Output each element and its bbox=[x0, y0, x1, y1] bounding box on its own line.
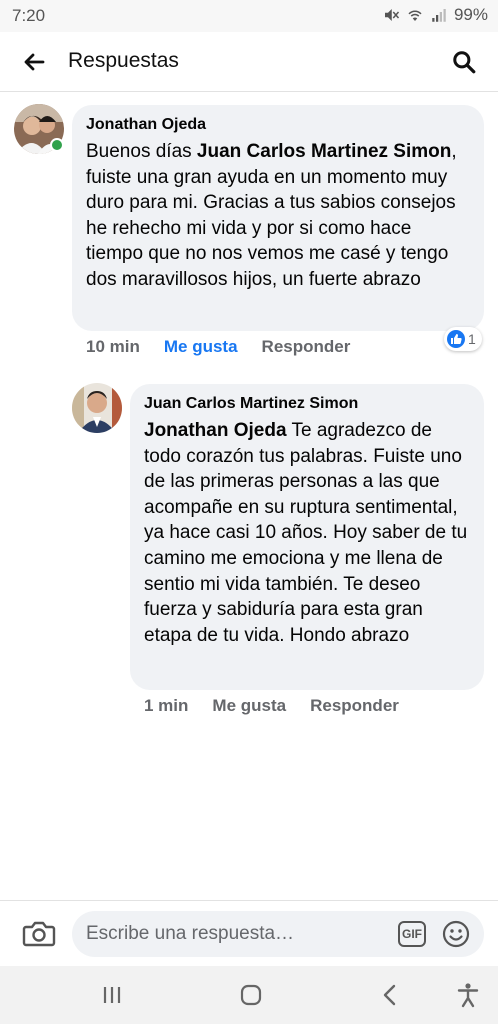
like-reaction-icon bbox=[447, 330, 465, 348]
back-button[interactable] bbox=[20, 48, 48, 76]
comment-text-intro: Buenos días bbox=[86, 141, 197, 162]
status-bar: 7:20 99% bbox=[0, 0, 498, 32]
comment-bubble[interactable]: Juan Carlos Martinez Simon Jonathan Ojed… bbox=[130, 384, 484, 690]
reaction-count-badge[interactable]: 1 bbox=[444, 327, 482, 351]
comment-text: Buenos días Juan Carlos Martinez Simon, … bbox=[86, 139, 470, 293]
comment-text-rest: Te agradezco de todo corazón tus palabra… bbox=[144, 420, 468, 646]
comment-actions: 10 min Me gusta Responder bbox=[86, 337, 374, 357]
reaction-count: 1 bbox=[468, 331, 476, 347]
mention-link[interactable]: Jonathan Ojeda bbox=[144, 420, 287, 441]
reply-button[interactable]: Responder bbox=[310, 696, 399, 716]
comment-author[interactable]: Jonathan Ojeda bbox=[86, 115, 470, 135]
mute-icon bbox=[384, 9, 400, 21]
online-status-indicator bbox=[50, 138, 64, 152]
reply-button[interactable]: Responder bbox=[262, 337, 351, 357]
emoji-button[interactable] bbox=[442, 920, 470, 948]
recent-apps-icon bbox=[103, 987, 121, 1003]
home-icon bbox=[240, 984, 262, 1006]
profile-photo-icon bbox=[72, 383, 122, 433]
mention-link[interactable]: Juan Carlos Martinez Simon bbox=[197, 141, 451, 162]
avatar[interactable] bbox=[72, 383, 122, 433]
comment-text-rest: , fuiste una gran ayuda en un momento mu… bbox=[86, 141, 457, 290]
arrow-left-icon bbox=[24, 53, 45, 71]
status-icons: 99% bbox=[382, 5, 488, 25]
reply-composer: GIF bbox=[0, 900, 498, 966]
wifi-icon bbox=[408, 10, 422, 21]
signal-icon bbox=[432, 9, 446, 22]
recent-apps-button[interactable] bbox=[96, 980, 128, 1010]
battery-level: 99% bbox=[453, 5, 488, 24]
accessibility-button[interactable] bbox=[452, 980, 484, 1010]
emoji-icon bbox=[442, 920, 470, 948]
search-button[interactable] bbox=[450, 48, 478, 76]
gif-button[interactable]: GIF bbox=[398, 921, 426, 947]
header: Respuestas bbox=[0, 32, 498, 92]
home-button[interactable] bbox=[235, 980, 267, 1010]
search-icon bbox=[453, 51, 476, 74]
accessibility-icon bbox=[457, 983, 479, 1008]
camera-icon bbox=[22, 921, 56, 947]
like-button[interactable]: Me gusta bbox=[164, 337, 238, 357]
back-nav-button[interactable] bbox=[374, 980, 406, 1010]
chevron-left-icon bbox=[383, 984, 396, 1006]
camera-button[interactable] bbox=[22, 919, 56, 949]
status-time: 7:20 bbox=[12, 6, 46, 25]
like-button[interactable]: Me gusta bbox=[212, 696, 286, 716]
comment-text: Jonathan Ojeda Te agradezco de todo cora… bbox=[144, 418, 470, 648]
comment-actions: 1 min Me gusta Responder bbox=[144, 696, 423, 716]
comment-timestamp: 10 min bbox=[86, 337, 140, 356]
comment-author[interactable]: Juan Carlos Martinez Simon bbox=[144, 394, 470, 414]
comment-bubble[interactable]: Jonathan Ojeda Buenos días Juan Carlos M… bbox=[72, 105, 484, 331]
page-title: Respuestas bbox=[68, 49, 179, 72]
system-navigation-bar bbox=[0, 966, 498, 1024]
comment-timestamp: 1 min bbox=[144, 696, 189, 715]
